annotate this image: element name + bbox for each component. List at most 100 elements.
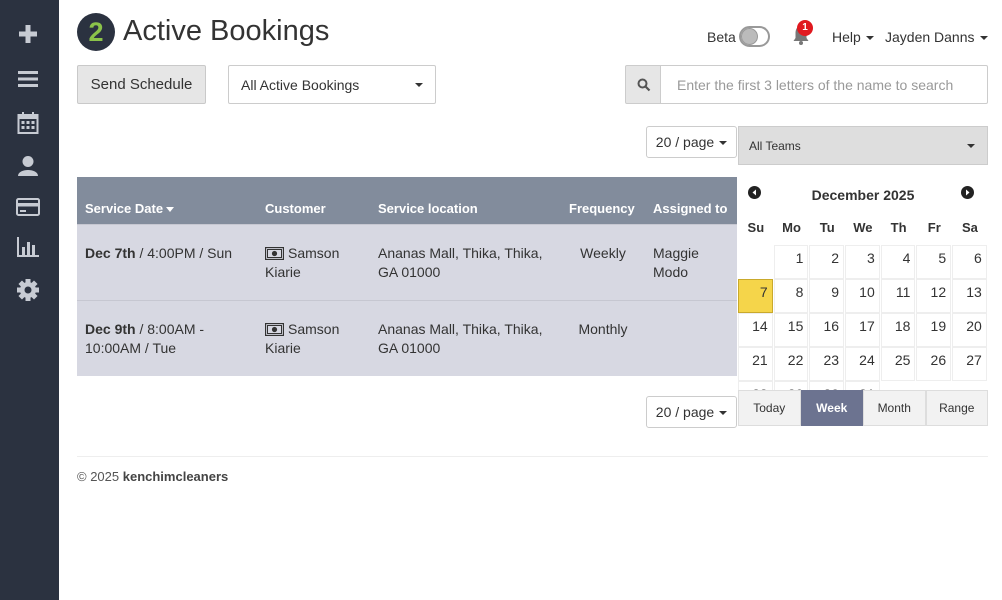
plus-icon[interactable]	[15, 21, 41, 47]
location-cell: Ananas Mall, Thika, Thika, GA 01000	[370, 299, 561, 376]
location-cell: Ananas Mall, Thika, Thika, GA 01000	[370, 223, 561, 300]
company-name: kenchimcleaners	[122, 469, 229, 484]
calendar-day[interactable]: 4	[880, 245, 916, 279]
calendar-day[interactable]: 15	[773, 313, 809, 347]
customer-cell[interactable]: Samson Kiarie	[257, 223, 370, 300]
chevron-down-icon	[415, 83, 423, 87]
frequency-cell: Weekly	[561, 223, 645, 300]
calendar-day[interactable]: 1	[773, 245, 809, 279]
chevron-down-icon	[979, 36, 988, 41]
calendar-blank-cell	[738, 245, 773, 279]
per-page-select-top[interactable]: 20 / page	[646, 126, 737, 158]
bar-chart-icon[interactable]	[15, 234, 41, 260]
cash-icon	[265, 322, 284, 336]
calendar-day[interactable]: 26	[916, 347, 952, 381]
service-date-cell: Dec 7th / 4:00PM / Sun	[77, 223, 257, 300]
sort-caret-icon	[166, 206, 175, 212]
search-icon	[637, 78, 651, 92]
calendar-day[interactable]: 25	[880, 347, 916, 381]
calendar-day[interactable]: 20	[952, 313, 987, 347]
per-page-label: 20 / page	[655, 404, 715, 420]
table-row[interactable]: Dec 7th / 4:00PM / Sun Samson Kiarie Ana…	[77, 223, 737, 300]
service-date-cell: Dec 9th / 8:00AM - 10:00AM / Tue	[77, 299, 257, 376]
view-button-today[interactable]: Today	[738, 390, 801, 426]
calendar-month-label: December 2025	[811, 187, 915, 203]
calendar-day[interactable]: 2	[809, 245, 845, 279]
search-input[interactable]	[660, 65, 988, 104]
calendar-day[interactable]: 11	[880, 279, 916, 313]
user-menu[interactable]: Jayden Danns	[885, 29, 988, 45]
assigned-cell	[645, 299, 737, 376]
page-title: Active Bookings	[123, 15, 330, 47]
calendar-day-selected[interactable]: 7	[738, 279, 773, 313]
assigned-cell: Maggie Modo	[645, 223, 737, 300]
calendar-day[interactable]: 8	[773, 279, 809, 313]
weekday-label: Fr	[927, 220, 941, 235]
gear-icon[interactable]	[15, 277, 41, 303]
weekday-label: We	[853, 220, 873, 235]
calendar-day[interactable]: 10	[845, 279, 880, 313]
bookings-table: Service Date Customer Service location F…	[77, 177, 737, 376]
chevron-down-icon	[719, 141, 728, 146]
calendar-day[interactable]: 5	[916, 245, 952, 279]
user-name: Jayden Danns	[885, 29, 975, 45]
calendar-day[interactable]: 23	[809, 347, 845, 381]
weekday-label: Sa	[962, 220, 978, 235]
menu-icon[interactable]	[15, 66, 41, 92]
view-button-month[interactable]: Month	[863, 390, 926, 426]
calendar-day[interactable]: 27	[952, 347, 987, 381]
weekday-label: Th	[890, 220, 907, 235]
calendar-day[interactable]: 14	[738, 313, 773, 347]
column-header-assigned: Assigned to	[645, 177, 737, 224]
calendar-day[interactable]: 3	[845, 245, 880, 279]
calendar-day[interactable]: 6	[952, 245, 987, 279]
calendar-day[interactable]: 13	[952, 279, 987, 313]
teams-selected-value: All Teams	[749, 139, 801, 153]
calendar-day[interactable]: 22	[773, 347, 809, 381]
per-page-select-bottom[interactable]: 20 / page	[646, 396, 737, 428]
user-icon[interactable]	[15, 153, 41, 179]
next-month-icon[interactable]	[961, 186, 974, 199]
column-header-location: Service location	[370, 177, 561, 224]
chevron-down-icon	[865, 36, 874, 41]
calendar-day[interactable]: 24	[845, 347, 880, 381]
chevron-down-icon	[967, 144, 975, 148]
teams-select[interactable]: All Teams	[738, 126, 988, 165]
calendar-icon[interactable]	[15, 110, 41, 136]
mini-calendar: December 2025 Su Mo Tu We Th Fr Sa 1 2 3 4 5 6 7 8 9 10 1…	[738, 177, 988, 415]
calendar-day[interactable]: 18	[880, 313, 916, 347]
cash-icon	[265, 246, 284, 260]
credit-card-icon[interactable]	[15, 194, 41, 220]
search-button[interactable]	[625, 65, 661, 104]
calendar-day[interactable]: 9	[809, 279, 845, 313]
calendar-day[interactable]: 16	[809, 313, 845, 347]
table-row[interactable]: Dec 9th / 8:00AM - 10:00AM / Tue Samson …	[77, 299, 737, 376]
view-button-week[interactable]: Week	[800, 390, 863, 426]
customer-cell[interactable]: Samson Kiarie	[257, 299, 370, 376]
beta-toggle[interactable]	[739, 26, 770, 47]
main-content: 2 Active Bookings Beta 1 Help Jayden Dan…	[59, 0, 1002, 600]
calendar-day[interactable]: 19	[916, 313, 952, 347]
sidebar	[0, 0, 59, 600]
calendar-day[interactable]: 17	[845, 313, 880, 347]
send-schedule-button[interactable]: Send Schedule	[77, 65, 206, 104]
chevron-down-icon	[719, 411, 728, 416]
booking-filter-select[interactable]: All Active Bookings	[228, 65, 436, 104]
calendar-day[interactable]: 12	[916, 279, 952, 313]
weekday-label: Su	[747, 220, 765, 235]
copyright-text: © 2025	[77, 469, 123, 484]
table-header-row: Service Date Customer Service location F…	[77, 177, 737, 224]
calendar-day[interactable]: 21	[738, 347, 773, 381]
per-page-label: 20 / page	[655, 134, 715, 150]
help-menu[interactable]: Help	[832, 29, 874, 45]
footer: © 2025 kenchimcleaners	[77, 469, 228, 484]
calendar-grid: Su Mo Tu We Th Fr Sa 1 2 3 4 5 6 7 8 9 10 11 12 13 14 15 16 17 1…	[738, 211, 988, 415]
weekday-label: Mo	[782, 220, 801, 235]
column-header-customer: Customer	[257, 177, 370, 224]
booking-count-badge: 2	[77, 13, 115, 51]
view-button-range[interactable]: Range	[925, 390, 988, 426]
column-header-service-date[interactable]: Service Date	[77, 177, 257, 224]
column-header-frequency: Frequency	[561, 177, 645, 224]
weekday-label: Tu	[819, 220, 835, 235]
help-label: Help	[832, 29, 861, 45]
